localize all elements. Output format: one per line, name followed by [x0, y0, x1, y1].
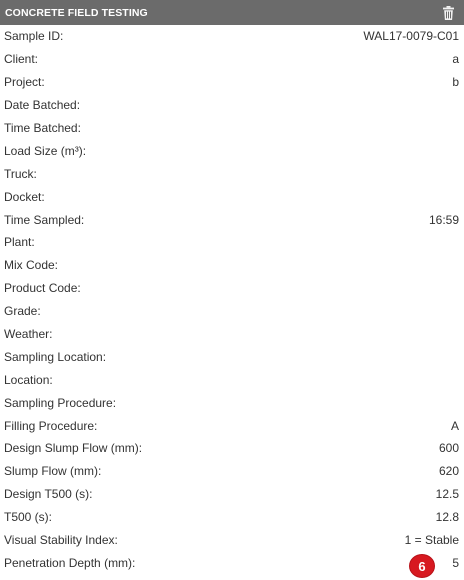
field-row-product-code: Product Code:	[0, 277, 464, 300]
field-label: Time Batched:	[4, 121, 81, 135]
field-value: 12.8	[435, 510, 459, 525]
field-row-visual-stability-index: Visual Stability Index: 1 = Stable	[0, 529, 464, 552]
field-row-t500: T500 (s): 12.8	[0, 506, 464, 529]
concrete-field-testing-panel: CONCRETE FIELD TESTING Sample ID: WAL17-0…	[0, 0, 464, 580]
field-value: 600	[438, 441, 459, 456]
field-row-time-sampled: Time Sampled: 16:59	[0, 208, 464, 231]
trash-icon[interactable]	[441, 5, 455, 21]
field-value: a	[452, 52, 459, 67]
notification-count-badge[interactable]: 6	[410, 555, 434, 577]
field-row-project: Project: b	[0, 71, 464, 94]
panel-title: CONCRETE FIELD TESTING	[5, 6, 148, 19]
field-label: Filling Procedure:	[4, 418, 98, 433]
field-value: b	[452, 75, 459, 90]
field-label: Load Size (m³):	[4, 143, 87, 158]
field-label: Slump Flow (mm):	[4, 464, 102, 479]
field-row-load-size: Load Size (m³):	[0, 139, 464, 162]
field-value: 12.5	[435, 487, 459, 502]
field-row-sampling-procedure: Sampling Procedure:	[0, 391, 464, 414]
field-row-penetration-depth: Penetration Depth (mm): 5	[0, 551, 464, 574]
field-row-sample-id: Sample ID: WAL17-0079-C01	[0, 25, 464, 48]
field-value: WAL17-0079-C01	[363, 29, 459, 44]
field-row-slump-flow: Slump Flow (mm): 620	[0, 460, 464, 483]
field-row-truck: Truck:	[0, 162, 464, 185]
field-label: Design Slump Flow (mm):	[4, 441, 143, 456]
field-label: Weather:	[4, 327, 53, 342]
field-label: Sampling Location:	[4, 349, 107, 364]
field-value: A	[450, 418, 459, 433]
field-row-client: Client: a	[0, 48, 464, 71]
field-row-design-slump-flow: Design Slump Flow (mm): 600	[0, 437, 464, 460]
field-row-design-t500: Design T500 (s): 12.5	[0, 483, 464, 506]
field-row-sampling-location: Sampling Location:	[0, 345, 464, 368]
field-row-time-batched: Time Batched:	[0, 117, 464, 140]
field-label: Sample ID:	[4, 29, 64, 44]
field-row-grade: Grade:	[0, 300, 464, 323]
field-label: Date Batched:	[4, 98, 81, 113]
field-label: Mix Code:	[4, 258, 59, 273]
field-label: Visual Stability Index:	[4, 533, 118, 548]
field-label: Grade:	[4, 304, 41, 319]
field-value: 1 = Stable	[404, 533, 459, 548]
field-label: Location:	[4, 372, 53, 387]
field-label: Plant:	[4, 235, 35, 250]
field-label: Design T500 (s):	[4, 487, 93, 502]
panel-header: CONCRETE FIELD TESTING	[0, 0, 464, 25]
field-value: 5	[452, 555, 459, 570]
field-label: Truck:	[4, 166, 37, 181]
field-label: Penetration Depth (mm):	[4, 555, 136, 570]
field-value: 16:59	[428, 212, 459, 227]
trash-icon-graphic	[442, 5, 454, 20]
field-row-location: Location:	[0, 368, 464, 391]
field-row-weather: Weather:	[0, 323, 464, 346]
field-label: Client:	[4, 52, 39, 67]
field-row-mix-code: Mix Code:	[0, 254, 464, 277]
field-row-filling-procedure: Filling Procedure: A	[0, 414, 464, 437]
field-label: Docket:	[4, 189, 45, 204]
field-value: 620	[438, 464, 459, 479]
field-label: Product Code:	[4, 281, 81, 296]
field-row-date-batched: Date Batched:	[0, 94, 464, 117]
field-row-plant: Plant:	[0, 231, 464, 254]
field-label: Sampling Procedure:	[4, 395, 117, 410]
field-row-docket: Docket:	[0, 185, 464, 208]
field-list: Sample ID: WAL17-0079-C01 Client: a Projec…	[0, 25, 464, 574]
field-label: T500 (s):	[4, 510, 53, 525]
field-label: Project:	[4, 75, 45, 90]
field-label: Time Sampled:	[4, 212, 85, 227]
